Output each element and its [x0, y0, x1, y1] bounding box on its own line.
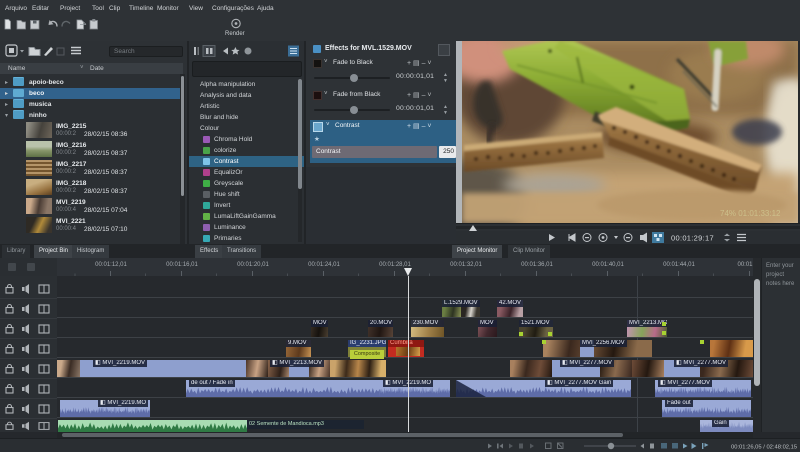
svg-text:00:01:29:17: 00:01:29:17: [671, 234, 714, 243]
svg-text:74% 01:01:33:12: 74% 01:01:33:12: [720, 209, 781, 218]
svg-text:00:01:26,05 / 02:48:02,15: 00:01:26,05 / 02:48:02,15: [731, 445, 797, 451]
